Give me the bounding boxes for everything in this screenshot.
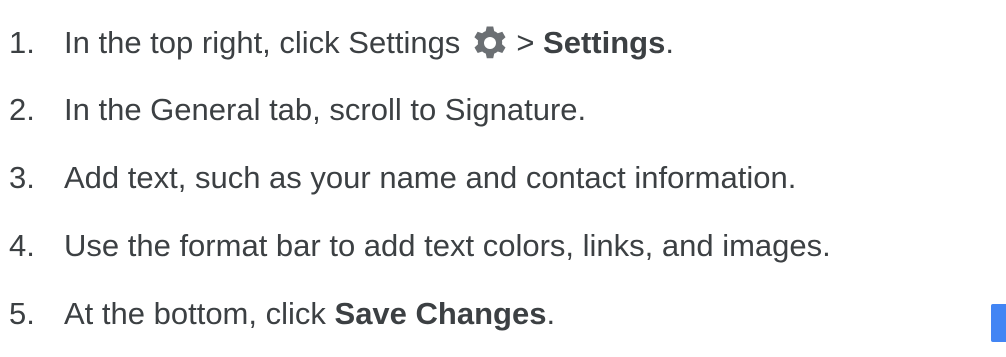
step-number: 3. bbox=[9, 160, 35, 195]
step-text-after: . bbox=[546, 296, 556, 331]
step-number: 5. bbox=[9, 296, 35, 331]
step-number: 4. bbox=[9, 228, 35, 263]
step-number: 1. bbox=[9, 25, 35, 60]
step-text: Add text, such as your name and contact … bbox=[64, 160, 797, 195]
step-text: Use the format bar to add text colors, l… bbox=[64, 228, 831, 263]
step-bold-text: Save Changes bbox=[334, 296, 547, 331]
step-3: 3. Add text, such as your name and conta… bbox=[0, 153, 796, 203]
step-number: 2. bbox=[9, 92, 35, 127]
step-text-before: At the bottom, click bbox=[64, 296, 326, 331]
feedback-tab[interactable] bbox=[991, 304, 1006, 342]
step-text-before: In the top right, click Settings bbox=[64, 25, 461, 60]
step-separator: > bbox=[516, 25, 535, 60]
step-text: At the bottom, click Save Changes. bbox=[64, 289, 555, 339]
instruction-list: 1. In the top right, click Settings > Se… bbox=[0, 0, 1006, 357]
step-bold-text: Settings bbox=[543, 25, 666, 60]
step-text: In the top right, click Settings > Setti… bbox=[64, 18, 674, 68]
step-2: 2. In the General tab, scroll to Signatu… bbox=[0, 85, 586, 135]
step-5: 5. At the bottom, click Save Changes. bbox=[0, 289, 555, 339]
step-text-after: . bbox=[665, 25, 674, 60]
step-text: In the General tab, scroll to Signature. bbox=[64, 92, 587, 127]
step-1: 1. In the top right, click Settings > Se… bbox=[0, 18, 674, 68]
gear-icon bbox=[470, 23, 510, 63]
step-4: 4. Use the format bar to add text colors… bbox=[0, 221, 831, 271]
